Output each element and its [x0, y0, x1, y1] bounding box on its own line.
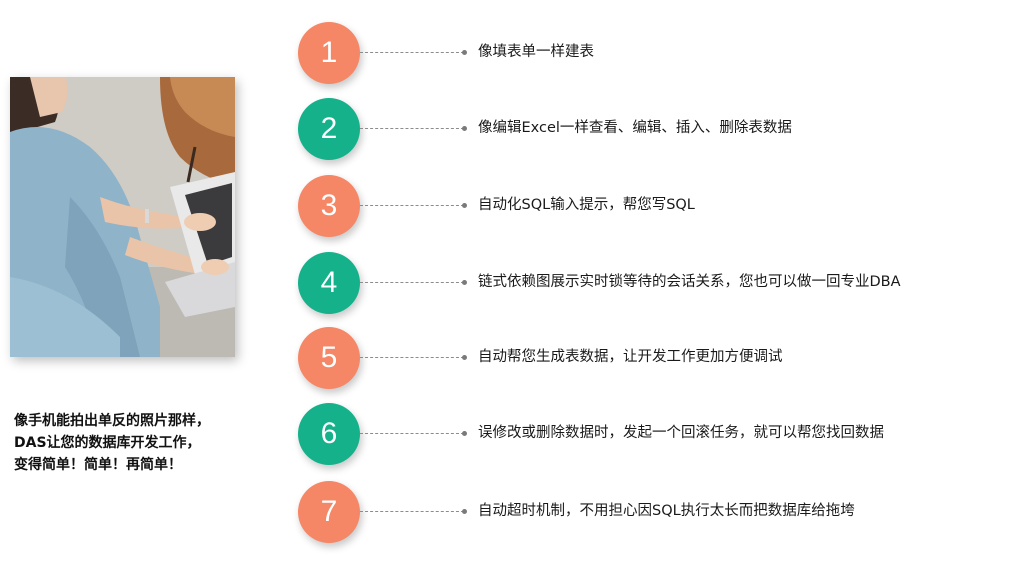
step-description: 像填表单一样建表	[478, 44, 594, 60]
connector-dot	[462, 203, 467, 208]
connector-dot	[462, 126, 467, 131]
step-number-badge: 5	[298, 327, 360, 389]
dashed-connector	[360, 433, 464, 434]
step-number-badge: 6	[298, 403, 360, 465]
feature-steps-list: 1 像填表单一样建表 2 像编辑Excel一样查看、编辑、插入、删除表数据 3 …	[0, 0, 1018, 582]
feature-step-2: 2 像编辑Excel一样查看、编辑、插入、删除表数据	[298, 98, 998, 160]
connector-dot	[462, 355, 467, 360]
dashed-connector	[360, 511, 464, 512]
feature-step-5: 5 自动帮您生成表数据，让开发工作更加方便调试	[298, 327, 998, 389]
step-description: 误修改或删除数据时，发起一个回滚任务，就可以帮您找回数据	[478, 425, 884, 441]
step-description: 自动超时机制，不用担心因SQL执行太长而把数据库给拖垮	[478, 503, 855, 519]
connector-dot	[462, 509, 467, 514]
feature-step-3: 3 自动化SQL输入提示，帮您写SQL	[298, 175, 998, 237]
dashed-connector	[360, 282, 464, 283]
step-number-badge: 4	[298, 252, 360, 314]
feature-step-6: 6 误修改或删除数据时，发起一个回滚任务，就可以帮您找回数据	[298, 403, 998, 465]
step-description: 像编辑Excel一样查看、编辑、插入、删除表数据	[478, 120, 792, 136]
step-description: 自动化SQL输入提示，帮您写SQL	[478, 197, 695, 213]
connector-dot	[462, 50, 467, 55]
dashed-connector	[360, 205, 464, 206]
step-description: 自动帮您生成表数据，让开发工作更加方便调试	[478, 349, 783, 365]
step-description: 链式依赖图展示实时锁等待的会话关系，您也可以做一回专业DBA	[478, 274, 901, 290]
step-number-badge: 2	[298, 98, 360, 160]
connector-dot	[462, 431, 467, 436]
dashed-connector	[360, 357, 464, 358]
feature-step-1: 1 像填表单一样建表	[298, 22, 998, 84]
feature-step-7: 7 自动超时机制，不用担心因SQL执行太长而把数据库给拖垮	[298, 481, 998, 543]
step-number-badge: 3	[298, 175, 360, 237]
dashed-connector	[360, 128, 464, 129]
feature-step-4: 4 链式依赖图展示实时锁等待的会话关系，您也可以做一回专业DBA	[298, 252, 998, 314]
connector-dot	[462, 280, 467, 285]
step-number-badge: 1	[298, 22, 360, 84]
step-number-badge: 7	[298, 481, 360, 543]
dashed-connector	[360, 52, 464, 53]
